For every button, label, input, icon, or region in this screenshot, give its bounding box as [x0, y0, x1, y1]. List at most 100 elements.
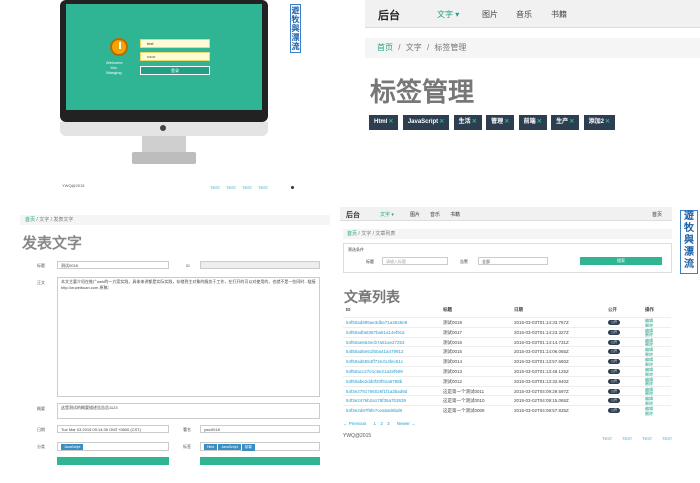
author-input[interactable]: ywc0018 — [200, 425, 320, 433]
body-textarea[interactable]: 本文主要介绍在推广web的一方案实践，具体来讲都是实际实践，存储到主对象的服务于… — [57, 277, 320, 397]
public-toggle[interactable]: 公开 — [608, 320, 621, 325]
article-id-link[interactable]: 54f3e2791766026f1f1a3bad9d — [346, 389, 407, 394]
tag-html[interactable]: Html✕ — [369, 115, 399, 130]
tags-select[interactable]: Html JavaScript 前端 — [200, 442, 320, 451]
close-icon[interactable]: ✕ — [569, 119, 574, 125]
close-icon[interactable]: ✕ — [504, 119, 509, 125]
nav-item-music[interactable]: 音乐 — [430, 211, 440, 218]
tag-life[interactable]: 生活✕ — [453, 115, 482, 130]
close-icon[interactable]: ✕ — [439, 119, 444, 125]
scroll-top-icon[interactable] — [291, 186, 294, 189]
article-id-link[interactable]: 54f50ad995ae3dbe71a3645e8 — [346, 320, 407, 325]
article-id-link[interactable]: 54f50acc27e1c5e21a2ef909 — [346, 369, 403, 374]
category-dropdown-bar[interactable] — [57, 457, 169, 465]
username-input[interactable]: test — [140, 39, 210, 48]
pagination-page[interactable]: 3 — [387, 421, 390, 426]
tag-javascript[interactable]: JavaScript✕ — [402, 115, 450, 130]
top-navbar: 后台 文字 ▾ 图片 音乐 书籍 首页 — [340, 207, 672, 221]
pagination-page[interactable]: 1 — [374, 421, 377, 426]
public-toggle[interactable]: 公开 — [608, 408, 621, 414]
pagination-page[interactable]: 2 — [380, 421, 383, 426]
nav-item-text[interactable]: 文字 ▾ — [437, 9, 459, 20]
nav-item-text[interactable]: 文字 ▾ — [380, 211, 394, 218]
nav-item-books[interactable]: 书籍 — [450, 211, 460, 218]
column-header: 日期 — [514, 307, 523, 312]
breadcrumb-section[interactable]: 文字 — [361, 231, 371, 237]
public-toggle[interactable]: 公开 — [608, 369, 621, 374]
article-id-link[interactable]: 54f50abe2dd0f20f91a5788b — [346, 379, 402, 384]
password-input[interactable]: •••••• — [140, 52, 210, 61]
close-icon[interactable]: ✕ — [472, 119, 477, 125]
article-id-link[interactable]: 54f50ad6554ff72e314fec61c — [346, 359, 403, 364]
nav-item-images[interactable]: 图片 — [410, 211, 420, 218]
nav-item-music[interactable]: 音乐 — [516, 9, 532, 20]
article-date: 2015-03-03T01:14:06.065Z — [514, 349, 569, 355]
category-select[interactable]: JavaScript — [57, 442, 169, 451]
breadcrumb-current: 发表文字 — [53, 217, 74, 223]
pagination-next[interactable]: Newer → — [397, 421, 416, 426]
filter-status-select[interactable]: 全部 — [478, 257, 548, 265]
date-label: 日期 — [37, 427, 45, 432]
footer-link[interactable]: TEST — [662, 436, 672, 441]
public-toggle[interactable]: 公开 — [608, 329, 621, 335]
banner-char: 牧 — [291, 15, 300, 24]
footer-link[interactable]: TEST — [622, 436, 632, 441]
article-id-link[interactable]: 54f50ae664ecb7a51ae27253 — [346, 340, 405, 345]
public-toggle[interactable]: 公开 — [608, 388, 621, 394]
title-input[interactable]: 测试0018 — [57, 261, 169, 269]
category-chip[interactable]: JavaScript — [61, 444, 84, 450]
breadcrumb-section[interactable]: 文字 — [406, 43, 422, 52]
footer-link[interactable]: TEST — [258, 185, 268, 190]
breadcrumb-home[interactable]: 首页 — [25, 217, 35, 223]
brand-logo[interactable]: 后台 — [346, 210, 360, 220]
footer-link[interactable]: TEST — [210, 185, 220, 190]
nav-item-books[interactable]: 书籍 — [551, 9, 567, 20]
breadcrumb-current: 标签管理 — [434, 43, 467, 52]
footer-link[interactable]: TEST — [642, 436, 652, 441]
tag-frontend[interactable]: 前端✕ — [518, 115, 547, 130]
tags-dropdown-bar[interactable] — [200, 457, 320, 465]
article-id-link[interactable]: 54f3e2476b2a178f35a7b3639 — [346, 398, 406, 403]
article-id-link[interactable]: 54f50adfa8387ba61a14ef9ca — [346, 330, 405, 335]
tag-chip[interactable]: 前端 — [241, 444, 255, 451]
filter-panel: 筛选条件 标题 请输入标题 告警 全部 搜索 — [343, 243, 672, 273]
public-toggle[interactable]: 公开 — [608, 378, 621, 384]
close-icon[interactable]: ✕ — [605, 119, 610, 125]
delete-button[interactable]: 删除 — [645, 411, 653, 417]
pagination-prev[interactable]: ← Previous — [343, 421, 366, 426]
tag-production[interactable]: 生产✕ — [551, 115, 580, 130]
close-icon[interactable]: ✕ — [388, 119, 393, 125]
column-header: 操作 — [645, 307, 654, 312]
summary-textarea[interactable]: 这是测试的概要描述告告告1123 — [57, 403, 320, 419]
public-toggle[interactable]: 公开 — [608, 339, 621, 345]
public-toggle[interactable]: 公开 — [608, 349, 621, 355]
table-row: 54f3e2476b2a178f35a7b3639 这是第一个测试0010 2015… — [343, 395, 671, 406]
login-button[interactable]: 登录 — [140, 66, 210, 75]
filter-title-input[interactable]: 请输入标题 — [382, 257, 448, 265]
article-id-link[interactable]: 54f3e2d97f8fe7cea5a06bd8 — [346, 408, 402, 413]
footer-link[interactable]: TEST — [602, 436, 612, 441]
nav-right-home[interactable]: 首页 — [652, 211, 662, 218]
article-id-link[interactable]: 54f50ad6e51f60a41a479912 — [346, 349, 404, 354]
article-title: 测试0014 — [443, 359, 463, 365]
tag-add2[interactable]: 添加2✕ — [583, 115, 616, 130]
breadcrumb-section[interactable]: 文字 — [39, 217, 49, 223]
public-toggle[interactable]: 公开 — [608, 398, 621, 404]
page-title: 文章列表 — [344, 289, 400, 305]
breadcrumb-home[interactable]: 首页 — [377, 43, 393, 52]
brand-logo[interactable]: 后台 — [378, 7, 400, 23]
footer-link[interactable]: TEST — [242, 185, 252, 190]
tag-manage[interactable]: 管理✕ — [486, 115, 515, 130]
tag-chip[interactable]: JavaScript — [218, 444, 241, 450]
breadcrumb-home[interactable]: 首页 — [347, 231, 357, 237]
search-button[interactable]: 搜索 — [580, 257, 662, 265]
breadcrumb: 首页 / 文字 / 标签管理 — [365, 38, 700, 58]
nav-item-images[interactable]: 图片 — [482, 9, 498, 20]
footer-link[interactable]: TEST — [226, 185, 236, 190]
close-icon[interactable]: ✕ — [537, 119, 542, 125]
tag-chip[interactable]: Html — [204, 444, 218, 450]
article-date: 2015-03-03T01:13:32.840Z — [514, 378, 569, 384]
banner-char: 與 — [684, 235, 694, 246]
date-input[interactable]: Tue Mar 03 2015 09:14:35 GMT+0800 (CST) — [57, 425, 169, 433]
public-toggle[interactable]: 公开 — [608, 359, 621, 365]
